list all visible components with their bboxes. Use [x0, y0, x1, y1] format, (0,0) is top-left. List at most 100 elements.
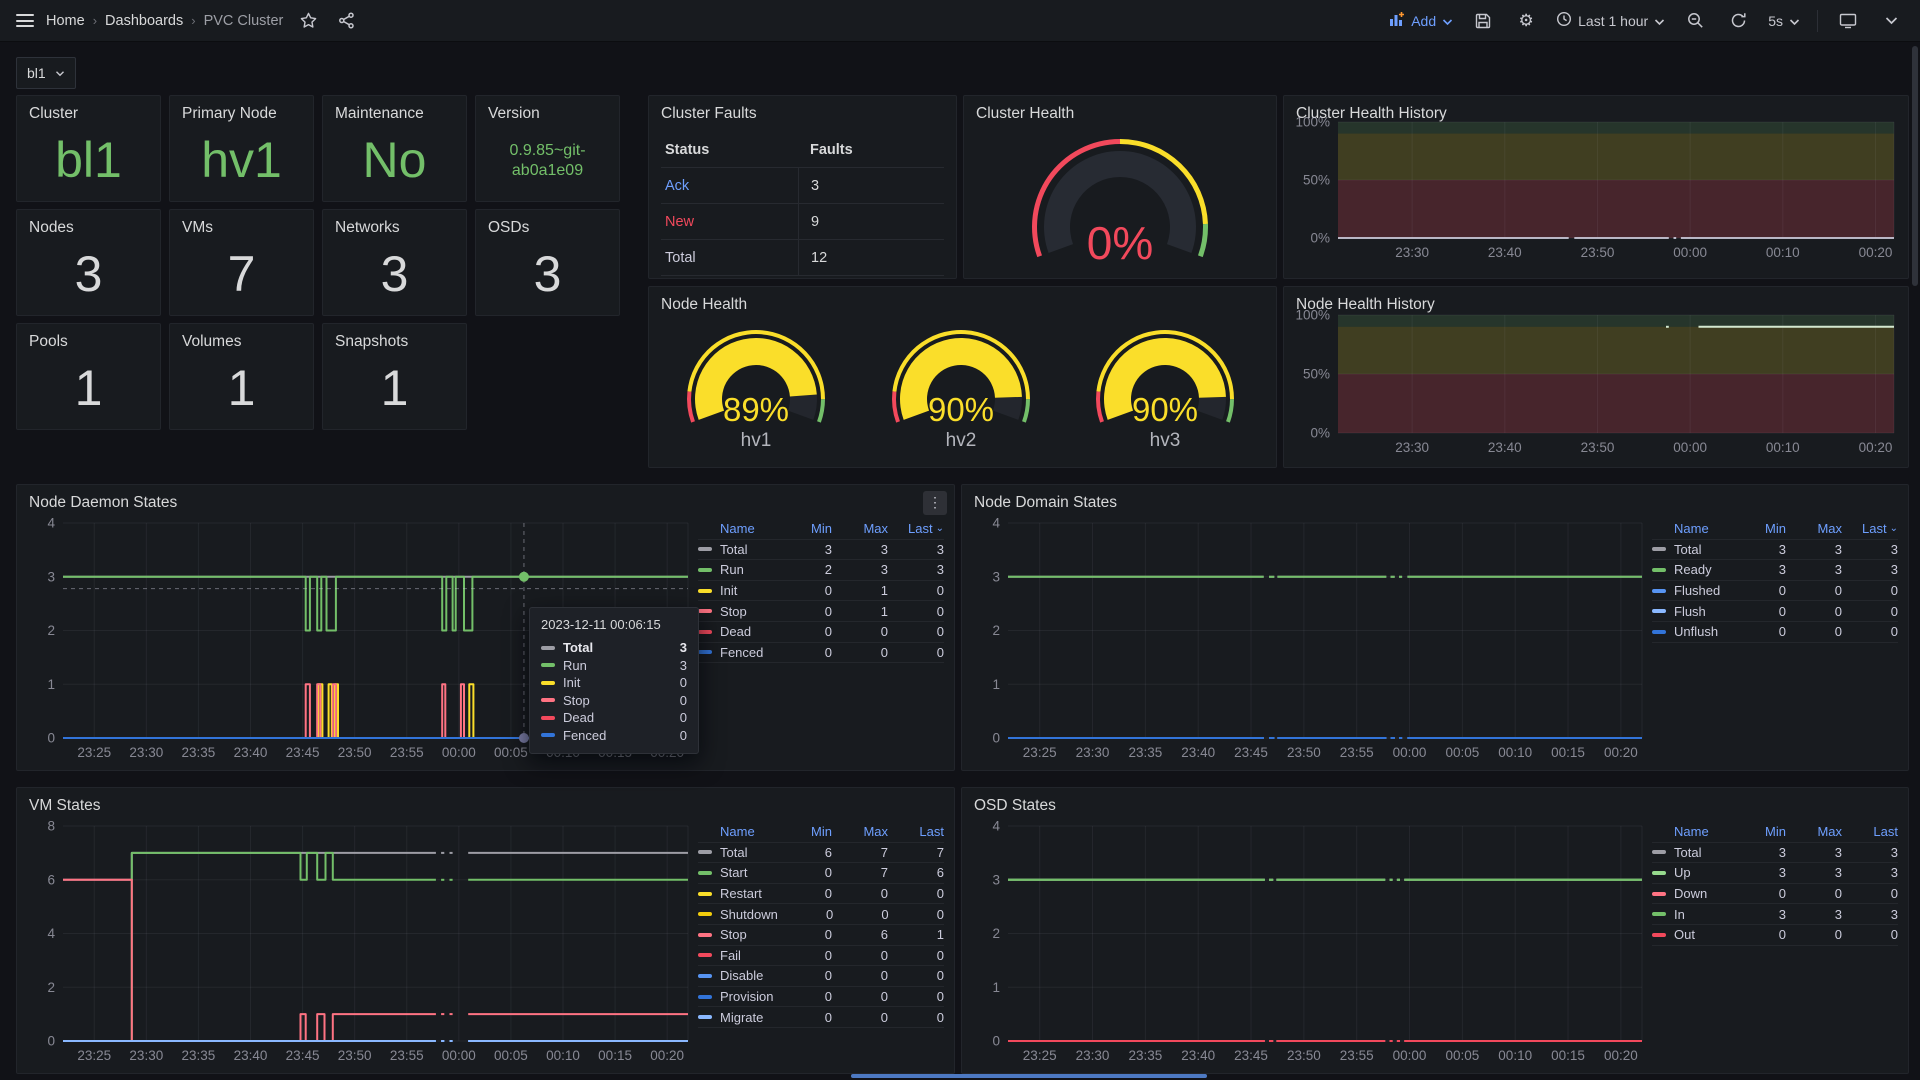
legend-row-init[interactable]: Init010 — [698, 581, 944, 602]
horizontal-scrollbar-thumb[interactable] — [851, 1074, 1207, 1078]
legend-row-shutdown[interactable]: Shutdown000 — [698, 904, 944, 925]
legend-row-down[interactable]: Down000 — [1652, 884, 1898, 905]
legend-column-header[interactable]: Last — [908, 521, 933, 536]
legend-column-header[interactable]: Last — [1862, 521, 1887, 536]
panel-title[interactable]: Primary Node — [182, 105, 277, 123]
legend-last-value: 3 — [1842, 845, 1898, 860]
dashboard-settings-icon[interactable]: ⚙ — [1513, 8, 1539, 34]
legend-row-total[interactable]: Total333 — [1652, 843, 1898, 864]
gauge-value: 90% — [928, 391, 994, 428]
vertical-scrollbar-thumb[interactable] — [1912, 46, 1918, 286]
legend-row-stop[interactable]: Stop061 — [698, 925, 944, 946]
legend-row-ready[interactable]: Ready333 — [1652, 560, 1898, 581]
legend-row-up[interactable]: Up333 — [1652, 863, 1898, 884]
legend-column-header[interactable]: Max — [832, 521, 888, 536]
legend-row-stop[interactable]: Stop010 — [698, 601, 944, 622]
legend-column-header[interactable]: Min — [1730, 824, 1786, 839]
panel-title[interactable]: Volumes — [182, 333, 241, 351]
legend-row-dead[interactable]: Dead000 — [698, 622, 944, 643]
legend-row-disable[interactable]: Disable000 — [698, 966, 944, 987]
panel-title[interactable]: Cluster — [29, 105, 78, 123]
panel-title[interactable]: VMs — [182, 219, 213, 237]
legend-row-total[interactable]: Total333 — [698, 540, 944, 561]
legend-column-header[interactable]: Name — [720, 521, 776, 536]
menu-icon[interactable] — [16, 14, 34, 27]
svg-text:23:30: 23:30 — [129, 1048, 163, 1063]
legend-row-in[interactable]: In333 — [1652, 904, 1898, 925]
panel-title[interactable]: Nodes — [29, 219, 74, 237]
refresh-interval-picker[interactable]: 5s — [1768, 13, 1800, 29]
share-icon[interactable] — [333, 8, 359, 34]
legend-series-name: Disable — [720, 968, 776, 983]
svg-text:23:55: 23:55 — [1340, 1048, 1374, 1063]
fault-status-cell[interactable]: Total — [661, 240, 799, 275]
tooltip-series-name: Stop — [563, 693, 680, 708]
legend-column-header[interactable]: Min — [776, 521, 832, 536]
panel-title[interactable]: Maintenance — [335, 105, 424, 123]
legend-row-start[interactable]: Start076 — [698, 863, 944, 884]
svg-text:23:35: 23:35 — [182, 745, 216, 760]
time-series-plot[interactable]: 0%50%100%23:3023:4023:5000:0000:1000:20 — [1284, 287, 1908, 467]
legend-row-fail[interactable]: Fail000 — [698, 946, 944, 967]
legend-row-out[interactable]: Out000 — [1652, 925, 1898, 946]
column-header-status[interactable]: Status — [661, 142, 798, 158]
panel-menu-icon[interactable]: ⋮ — [923, 491, 947, 515]
panel-title[interactable]: Pools — [29, 333, 68, 351]
legend-max-value: 1 — [832, 604, 888, 619]
legend-row-run[interactable]: Run233 — [698, 560, 944, 581]
svg-text:23:50: 23:50 — [338, 1048, 372, 1063]
variable-selector[interactable]: bl1 — [16, 57, 76, 89]
svg-text:2: 2 — [47, 980, 55, 995]
fault-status-cell[interactable]: New — [661, 204, 799, 239]
zoom-out-time-icon[interactable] — [1682, 8, 1708, 34]
save-dashboard-icon[interactable] — [1470, 8, 1496, 34]
panel-title[interactable]: Snapshots — [335, 333, 408, 351]
legend-swatch-spacer — [1652, 830, 1666, 834]
legend-column-header[interactable]: Max — [1786, 521, 1842, 536]
breadcrumb-dashboards[interactable]: Dashboards — [105, 13, 183, 29]
legend-column-header[interactable]: Name — [720, 824, 776, 839]
panel-title[interactable]: OSDs — [488, 219, 529, 237]
legend-column-header[interactable]: Min — [1730, 521, 1786, 536]
panel-title[interactable]: Cluster Faults — [661, 105, 757, 123]
legend-last-value: 3 — [1842, 907, 1898, 922]
legend-row-provision[interactable]: Provision000 — [698, 987, 944, 1008]
legend-row-flushed[interactable]: Flushed000 — [1652, 581, 1898, 602]
legend-column-header-sorted[interactable]: Last⌄ — [888, 521, 944, 536]
legend-column-header[interactable]: Name — [1674, 824, 1730, 839]
fault-count-cell: 9 — [799, 214, 944, 230]
panel-title[interactable]: Networks — [335, 219, 400, 237]
legend-row-unflush[interactable]: Unflush000 — [1652, 622, 1898, 643]
tv-mode-icon[interactable] — [1835, 8, 1861, 34]
legend-last-value: 0 — [888, 645, 944, 660]
add-button[interactable]: Add — [1389, 11, 1453, 30]
stat-panel-vms: VMs7 — [169, 209, 314, 316]
legend-row-total[interactable]: Total333 — [1652, 540, 1898, 561]
column-header-faults[interactable]: Faults — [798, 142, 944, 158]
legend-column-header[interactable]: Name — [1674, 521, 1730, 536]
legend-row-flush[interactable]: Flush000 — [1652, 601, 1898, 622]
breadcrumb-home[interactable]: Home — [46, 13, 85, 29]
time-series-plot[interactable]: 0%50%100%23:3023:4023:5000:0000:1000:20 — [1284, 96, 1908, 278]
time-range-picker[interactable]: Last 1 hour — [1556, 11, 1665, 30]
legend-column-header[interactable]: Min — [776, 824, 832, 839]
legend-row-migrate[interactable]: Migrate000 — [698, 1007, 944, 1028]
legend-column-header-sorted[interactable]: Last⌄ — [1842, 521, 1898, 536]
chevron-down-icon[interactable] — [1878, 8, 1904, 34]
legend-column-header[interactable]: Max — [832, 824, 888, 839]
panel-title[interactable]: Version — [488, 105, 540, 123]
legend-column-header[interactable]: Max — [1786, 824, 1842, 839]
legend-column-header[interactable]: Last — [1842, 824, 1898, 839]
legend-row-fenced[interactable]: Fenced000 — [698, 643, 944, 664]
legend-row-restart[interactable]: Restart000 — [698, 884, 944, 905]
legend-min-value: 3 — [776, 542, 832, 557]
legend-swatch-spacer — [698, 527, 712, 531]
star-icon[interactable] — [295, 8, 321, 34]
svg-text:00:10: 00:10 — [1498, 745, 1532, 760]
legend-column-header[interactable]: Last — [888, 824, 944, 839]
legend-row-total[interactable]: Total677 — [698, 843, 944, 864]
refresh-icon[interactable] — [1725, 8, 1751, 34]
sort-chevron-icon: ⌄ — [936, 523, 944, 534]
svg-text:23:25: 23:25 — [77, 1048, 111, 1063]
fault-status-cell[interactable]: Ack — [661, 168, 799, 203]
